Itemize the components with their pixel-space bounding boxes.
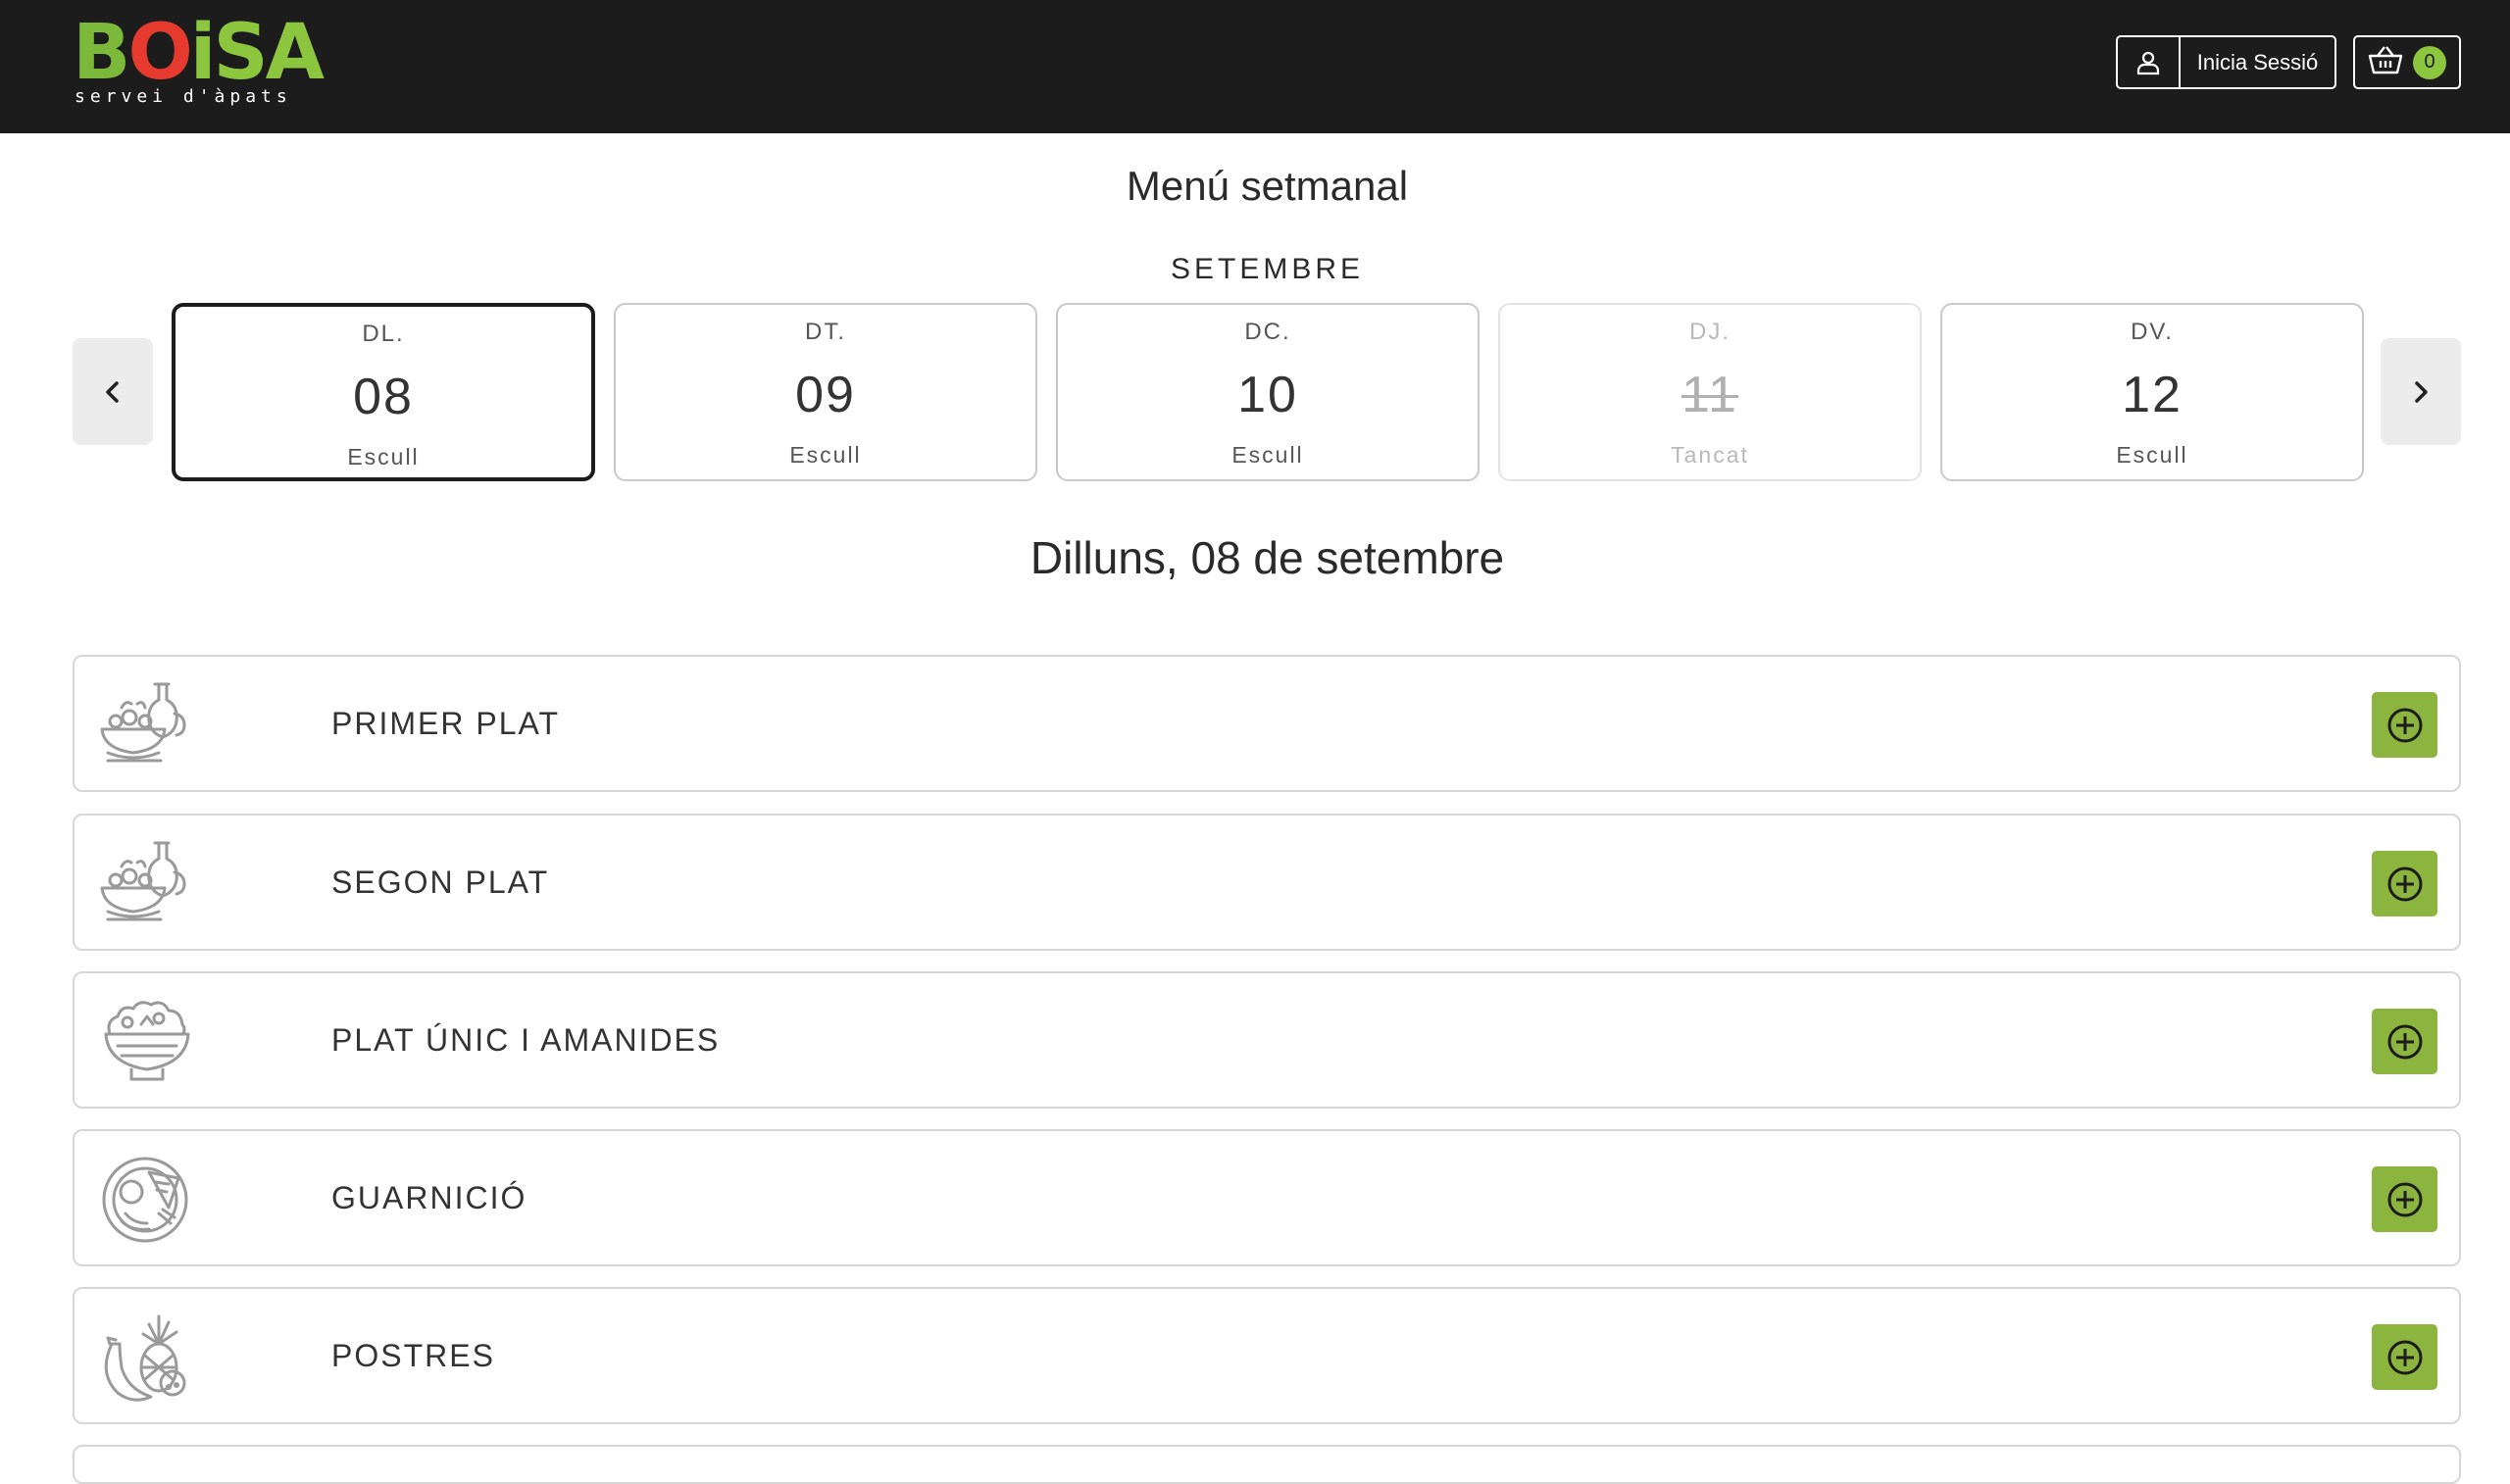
category-row-primer-plat[interactable]: PRIMER PLAT	[73, 655, 2461, 792]
add-button[interactable]	[2372, 1324, 2437, 1390]
salad-bowl-icon	[98, 995, 196, 1089]
day-card-dt[interactable]: DT. 09 Escull	[614, 303, 1037, 481]
day-abbr: DV.	[2131, 319, 2174, 345]
plus-circle-icon	[2387, 1182, 2422, 1216]
day-number: 11	[1682, 367, 1738, 423]
day-card-dl[interactable]: DL. 08 Escull	[172, 303, 595, 481]
plus-circle-icon	[2387, 1024, 2422, 1059]
day-status: Escull	[789, 442, 862, 468]
login-label: Inicia Sessió	[2196, 49, 2319, 74]
chevron-left-icon	[106, 380, 119, 403]
soup-bowl-icon	[98, 837, 196, 931]
logo-wordmark: BOiSA	[73, 9, 325, 97]
previous-week-button[interactable]	[73, 338, 153, 445]
day-abbr: DJ.	[1689, 319, 1731, 345]
month-label: SETEMBRE	[1170, 253, 1365, 285]
day-status: Escull	[1231, 442, 1304, 468]
day-abbr: DC.	[1244, 319, 1291, 345]
plus-circle-icon	[2387, 866, 2422, 901]
day-abbr: DT.	[805, 319, 846, 345]
selected-date-heading: Dilluns, 08 de setembre	[1029, 532, 1505, 583]
top-bar: BOiSA servei d'àpats Inicia Sessió 0	[0, 0, 2510, 133]
category-label: GUARNICIÓ	[331, 1180, 527, 1215]
day-status: Escull	[2116, 442, 2188, 468]
soup-bowl-icon	[98, 678, 196, 772]
category-label: PLAT ÚNIC I AMANIDES	[331, 1022, 721, 1058]
basket-icon	[2368, 44, 2403, 80]
login-button[interactable]: Inicia Sessió	[2116, 35, 2336, 89]
page-title: Menú setmanal	[1126, 163, 1409, 209]
category-row-segon-plat[interactable]: SEGON PLAT	[73, 814, 2461, 951]
category-row-postres[interactable]: POSTRES	[73, 1287, 2461, 1424]
category-label: PRIMER PLAT	[331, 706, 560, 741]
add-button[interactable]	[2372, 1166, 2437, 1232]
category-row-partial	[73, 1445, 2461, 1484]
day-status: Tancat	[1671, 442, 1749, 468]
category-label: SEGON PLAT	[331, 865, 550, 900]
next-week-button[interactable]	[2381, 338, 2461, 445]
logo-subtitle: servei d'àpats	[75, 86, 292, 107]
cart-count-badge: 0	[2413, 45, 2446, 79]
day-card-dv[interactable]: DV. 12 Escull	[1940, 303, 2364, 481]
plus-circle-icon	[2387, 1340, 2422, 1374]
day-number: 10	[1237, 367, 1298, 423]
day-card-dc[interactable]: DC. 10 Escull	[1056, 303, 1480, 481]
day-number: 08	[353, 369, 414, 425]
day-number: 12	[2122, 367, 2183, 423]
category-row-plat-unic[interactable]: PLAT ÚNIC I AMANIDES	[73, 971, 2461, 1109]
add-button[interactable]	[2372, 851, 2437, 916]
add-button[interactable]	[2372, 1009, 2437, 1074]
user-icon	[2118, 37, 2181, 87]
fruit-icon	[98, 1311, 196, 1405]
category-row-guarnicio[interactable]: GUARNICIÓ	[73, 1129, 2461, 1266]
day-abbr: DL.	[362, 321, 405, 347]
category-label: POSTRES	[331, 1338, 495, 1373]
add-button[interactable]	[2372, 692, 2437, 758]
cart-button[interactable]: 0	[2353, 35, 2461, 89]
side-dish-icon	[98, 1153, 196, 1247]
chevron-right-icon	[2415, 380, 2428, 403]
plus-circle-icon	[2387, 708, 2422, 742]
day-number: 09	[795, 367, 856, 423]
day-status: Escull	[347, 444, 420, 470]
brand-logo[interactable]: BOiSA servei d'àpats	[73, 9, 325, 112]
day-card-dj: DJ. 11 Tancat	[1498, 303, 1922, 481]
